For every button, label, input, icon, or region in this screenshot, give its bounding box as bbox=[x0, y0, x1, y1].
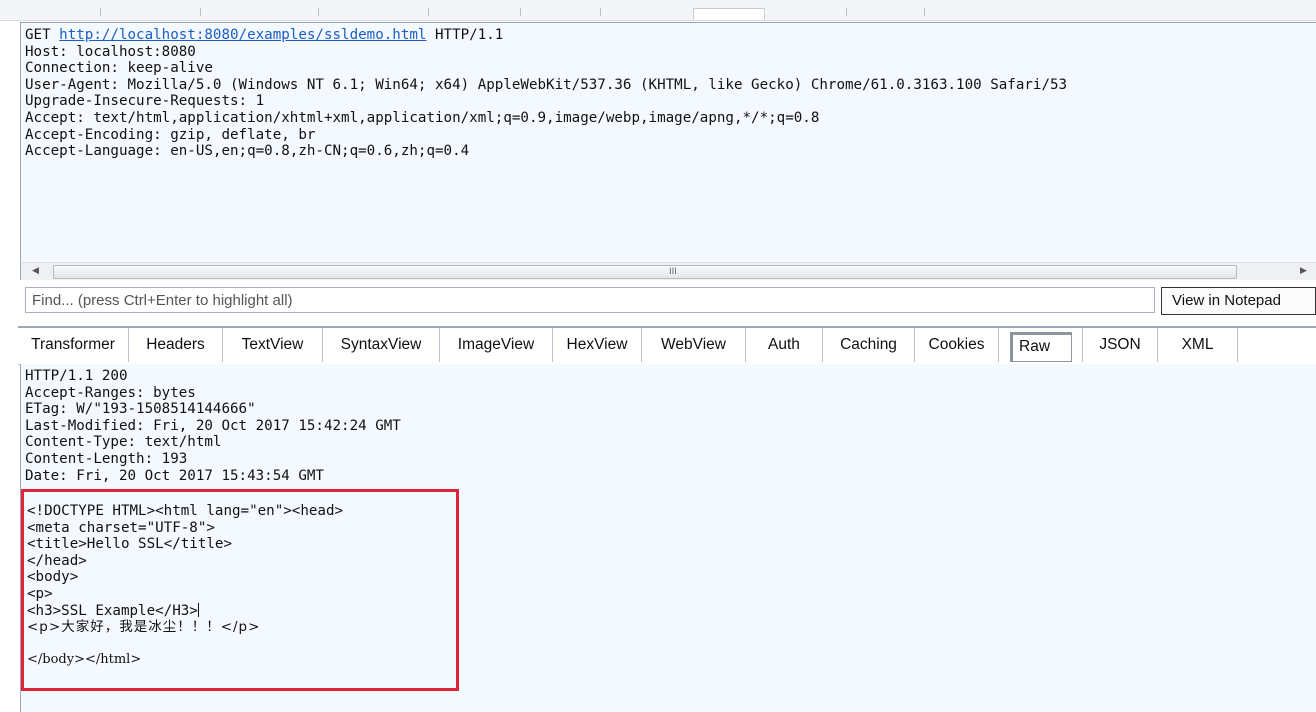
body-line-with-cursor: <h3>SSL Example</H3> bbox=[24, 602, 456, 620]
request-url-link[interactable]: http://localhost:8080/examples/ssldemo.h… bbox=[59, 27, 426, 43]
request-tab-selected[interactable] bbox=[693, 8, 765, 20]
tab-auth[interactable]: Auth bbox=[746, 328, 823, 362]
request-header-line: Host: localhost:8080 bbox=[25, 43, 196, 60]
tab-transformer[interactable]: Transformer bbox=[18, 328, 129, 362]
tab-hexview[interactable]: HexView bbox=[553, 328, 642, 362]
view-in-notepad-button[interactable]: View in Notepad bbox=[1161, 287, 1316, 315]
tab-divider bbox=[318, 8, 319, 16]
find-bar: Find... (press Ctrl+Enter to highlight a… bbox=[20, 284, 1316, 318]
body-line: <body> bbox=[27, 569, 79, 586]
tab-imageview[interactable]: ImageView bbox=[440, 328, 553, 362]
response-raw-pane[interactable]: HTTP/1.1 200 Accept-Ranges: bytes ETag: … bbox=[20, 364, 1316, 712]
body-line: <h3>SSL Example</H3> bbox=[27, 602, 198, 619]
response-status-line: HTTP/1.1 200 bbox=[25, 368, 128, 384]
tab-raw[interactable]: Raw bbox=[1010, 332, 1072, 362]
request-raw-pane[interactable]: GET http://localhost:8080/examples/sslde… bbox=[20, 22, 1316, 263]
tab-divider bbox=[600, 8, 601, 16]
request-protocol: HTTP/1.1 bbox=[435, 27, 504, 43]
tab-divider bbox=[200, 8, 201, 16]
request-line: GET http://localhost:8080/examples/sslde… bbox=[21, 27, 1316, 44]
tab-divider bbox=[520, 8, 521, 16]
request-header-line: User-Agent: Mozilla/5.0 (Windows NT 6.1;… bbox=[25, 76, 1068, 93]
body-line: <meta charset="UTF-8"> bbox=[27, 519, 215, 536]
tab-cookies[interactable]: Cookies bbox=[915, 328, 999, 362]
response-header-line: Accept-Ranges: bytes bbox=[25, 384, 196, 401]
request-header-line: Accept-Language: en-US,en;q=0.8,zh-CN;q=… bbox=[25, 143, 470, 160]
request-header-line: Accept-Encoding: gzip, deflate, br bbox=[25, 126, 316, 143]
response-body-highlight: <!DOCTYPE HTML><html lang="en"><head> <m… bbox=[21, 489, 459, 691]
request-header-line: Accept: text/html,application/xhtml+xml,… bbox=[25, 109, 820, 126]
scrollbar-grip-icon: III bbox=[669, 267, 677, 277]
response-header-line: Last-Modified: Fri, 20 Oct 2017 15:42:24… bbox=[25, 417, 401, 434]
tab-divider bbox=[846, 8, 847, 16]
top-tab-strip bbox=[0, 0, 1316, 21]
request-header-line: Connection: keep-alive bbox=[25, 60, 213, 77]
text-cursor bbox=[197, 602, 199, 617]
body-line: <!DOCTYPE HTML><html lang="en"><head> bbox=[27, 503, 344, 519]
body-line: </head> bbox=[27, 552, 87, 569]
tab-syntaxview[interactable]: SyntaxView bbox=[323, 328, 440, 362]
find-input[interactable]: Find... (press Ctrl+Enter to highlight a… bbox=[25, 287, 1155, 313]
body-line: <title>Hello SSL</title> bbox=[27, 536, 232, 553]
tab-json[interactable]: JSON bbox=[1082, 328, 1158, 362]
body-line-empty bbox=[24, 636, 456, 653]
request-method: GET bbox=[25, 27, 51, 43]
tab-webview[interactable]: WebView bbox=[642, 328, 746, 362]
response-header-line: Date: Fri, 20 Oct 2017 15:43:54 GMT bbox=[25, 467, 324, 484]
response-header-line: ETag: W/"193-1508514144666" bbox=[25, 401, 256, 418]
body-line: </body></html> bbox=[27, 652, 142, 668]
tab-headers[interactable]: Headers bbox=[129, 328, 223, 362]
tab-divider bbox=[924, 8, 925, 16]
request-horizontal-scrollbar[interactable]: ◀ III ▶ bbox=[20, 262, 1316, 280]
response-inspector-tabs: Transformer Headers TextView SyntaxView … bbox=[18, 326, 1316, 365]
request-header-line: Upgrade-Insecure-Requests: 1 bbox=[25, 93, 265, 110]
scrollbar-thumb[interactable]: III bbox=[53, 265, 1237, 279]
scroll-left-arrow-icon[interactable]: ◀ bbox=[27, 263, 44, 280]
response-header-line: Content-Type: text/html bbox=[25, 434, 222, 451]
tab-caching[interactable]: Caching bbox=[823, 328, 915, 362]
scroll-right-arrow-icon[interactable]: ▶ bbox=[1295, 263, 1312, 280]
tab-divider bbox=[428, 8, 429, 16]
tab-divider bbox=[100, 8, 101, 16]
tab-xml[interactable]: XML bbox=[1158, 328, 1238, 362]
body-line: <p> bbox=[27, 585, 53, 602]
response-header-line: Content-Length: 193 bbox=[25, 450, 188, 467]
tab-textview[interactable]: TextView bbox=[223, 328, 323, 362]
body-line: <p>大家好，我是冰尘！！！</p> bbox=[27, 619, 261, 636]
